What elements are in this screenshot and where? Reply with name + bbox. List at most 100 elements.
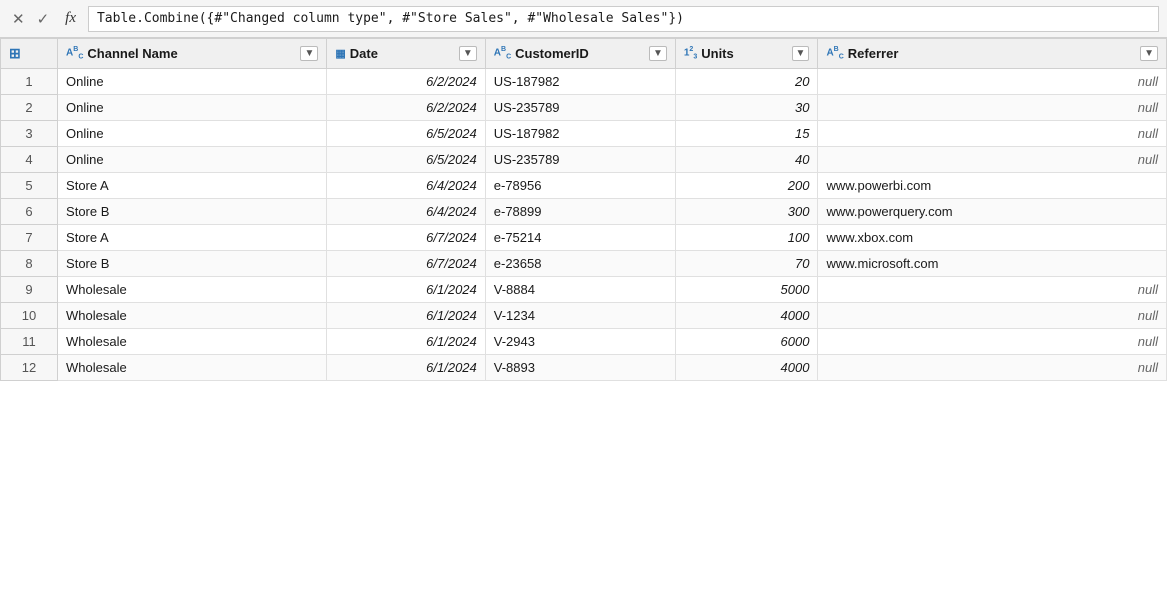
confirm-icon[interactable]: ✓ <box>33 8 54 30</box>
date-cell: 6/7/2024 <box>327 225 485 251</box>
table-row: 9Wholesale6/1/2024V-88845000null <box>1 277 1167 303</box>
table-row: 1Online6/2/2024US-18798220null <box>1 69 1167 95</box>
customer-id-cell: V-8884 <box>485 277 675 303</box>
customer-id-cell: e-75214 <box>485 225 675 251</box>
customer-id-dropdown[interactable]: ▼ <box>649 46 667 61</box>
channel-name-cell: Wholesale <box>58 329 327 355</box>
channel-name-cell: Online <box>58 121 327 147</box>
channel-name-header: ABC Channel Name ▼ <box>58 39 327 69</box>
referrer-cell: www.powerbi.com <box>818 173 1167 199</box>
date-cell: 6/5/2024 <box>327 121 485 147</box>
units-cell: 200 <box>675 173 818 199</box>
row-number-cell: 8 <box>1 251 58 277</box>
fx-label: fx <box>59 10 82 27</box>
channel-name-cell: Wholesale <box>58 355 327 381</box>
table-row: 6Store B6/4/2024e-78899300www.powerquery… <box>1 199 1167 225</box>
channel-name-cell: Store A <box>58 225 327 251</box>
units-cell: 100 <box>675 225 818 251</box>
referrer-cell: null <box>818 121 1167 147</box>
formula-bar: ✕ ✓ fx <box>0 0 1167 38</box>
formula-bar-icons: ✕ ✓ <box>8 8 53 30</box>
units-cell: 6000 <box>675 329 818 355</box>
table-header-row: ⊞ ABC Channel Name ▼ ▦ Date ▼ <box>1 39 1167 69</box>
customer-id-cell: V-2943 <box>485 329 675 355</box>
units-cell: 15 <box>675 121 818 147</box>
cancel-icon[interactable]: ✕ <box>8 8 29 30</box>
referrer-cell: www.microsoft.com <box>818 251 1167 277</box>
channel-name-dropdown[interactable]: ▼ <box>300 46 318 61</box>
customer-id-cell: US-235789 <box>485 95 675 121</box>
table-row: 11Wholesale6/1/2024V-29436000null <box>1 329 1167 355</box>
table-row: 5Store A6/4/2024e-78956200www.powerbi.co… <box>1 173 1167 199</box>
date-cell: 6/2/2024 <box>327 95 485 121</box>
row-number-cell: 9 <box>1 277 58 303</box>
date-cell: 6/1/2024 <box>327 329 485 355</box>
referrer-cell: null <box>818 277 1167 303</box>
date-cell: 6/1/2024 <box>327 277 485 303</box>
row-number-cell: 10 <box>1 303 58 329</box>
referrer-dropdown[interactable]: ▼ <box>1140 46 1158 61</box>
table-row: 10Wholesale6/1/2024V-12344000null <box>1 303 1167 329</box>
units-cell: 70 <box>675 251 818 277</box>
customer-id-cell: US-235789 <box>485 147 675 173</box>
units-cell: 300 <box>675 199 818 225</box>
table-row: 7Store A6/7/2024e-75214100www.xbox.com <box>1 225 1167 251</box>
row-number-cell: 2 <box>1 95 58 121</box>
customer-id-cell: V-1234 <box>485 303 675 329</box>
row-number-cell: 6 <box>1 199 58 225</box>
date-dropdown[interactable]: ▼ <box>459 46 477 61</box>
date-cell: 6/1/2024 <box>327 355 485 381</box>
customer-id-cell: US-187982 <box>485 69 675 95</box>
data-table: ⊞ ABC Channel Name ▼ ▦ Date ▼ <box>0 38 1167 381</box>
row-number-cell: 11 <box>1 329 58 355</box>
formula-input[interactable] <box>88 6 1159 32</box>
channel-name-cell: Online <box>58 95 327 121</box>
date-label: Date <box>350 46 455 61</box>
channel-type-icon: ABC <box>66 46 83 60</box>
date-cell: 6/7/2024 <box>327 251 485 277</box>
row-number-cell: 7 <box>1 225 58 251</box>
table-row: 4Online6/5/2024US-23578940null <box>1 147 1167 173</box>
date-cell: 6/4/2024 <box>327 199 485 225</box>
customer-id-cell: V-8893 <box>485 355 675 381</box>
table-grid-icon: ⊞ <box>9 45 21 62</box>
row-number-cell: 5 <box>1 173 58 199</box>
customer-id-cell: e-78956 <box>485 173 675 199</box>
units-cell: 5000 <box>675 277 818 303</box>
units-cell: 4000 <box>675 303 818 329</box>
units-dropdown[interactable]: ▼ <box>792 46 810 61</box>
referrer-cell: null <box>818 147 1167 173</box>
referrer-cell: null <box>818 355 1167 381</box>
channel-name-cell: Store A <box>58 173 327 199</box>
row-number-cell: 4 <box>1 147 58 173</box>
channel-name-cell: Store B <box>58 199 327 225</box>
date-cell: 6/4/2024 <box>327 173 485 199</box>
customer-id-cell: e-23658 <box>485 251 675 277</box>
channel-name-cell: Wholesale <box>58 277 327 303</box>
referrer-cell: null <box>818 303 1167 329</box>
referrer-cell: www.xbox.com <box>818 225 1167 251</box>
table-container: ⊞ ABC Channel Name ▼ ▦ Date ▼ <box>0 38 1167 592</box>
units-type-icon: 123 <box>684 46 697 60</box>
date-header: ▦ Date ▼ <box>327 39 485 69</box>
channel-name-cell: Online <box>58 147 327 173</box>
referrer-cell: www.powerquery.com <box>818 199 1167 225</box>
customer-id-label: CustomerID <box>515 46 645 61</box>
date-cell: 6/2/2024 <box>327 69 485 95</box>
units-cell: 30 <box>675 95 818 121</box>
table-row: 2Online6/2/2024US-23578930null <box>1 95 1167 121</box>
customer-id-cell: e-78899 <box>485 199 675 225</box>
customer-id-cell: US-187982 <box>485 121 675 147</box>
channel-name-cell: Wholesale <box>58 303 327 329</box>
units-cell: 20 <box>675 69 818 95</box>
row-number-cell: 1 <box>1 69 58 95</box>
date-type-icon: ▦ <box>335 47 345 60</box>
channel-name-cell: Store B <box>58 251 327 277</box>
channel-name-label: Channel Name <box>87 46 296 61</box>
units-cell: 40 <box>675 147 818 173</box>
referrer-type-icon: ABC <box>826 46 843 60</box>
units-cell: 4000 <box>675 355 818 381</box>
referrer-cell: null <box>818 95 1167 121</box>
referrer-cell: null <box>818 69 1167 95</box>
row-number-cell: 3 <box>1 121 58 147</box>
